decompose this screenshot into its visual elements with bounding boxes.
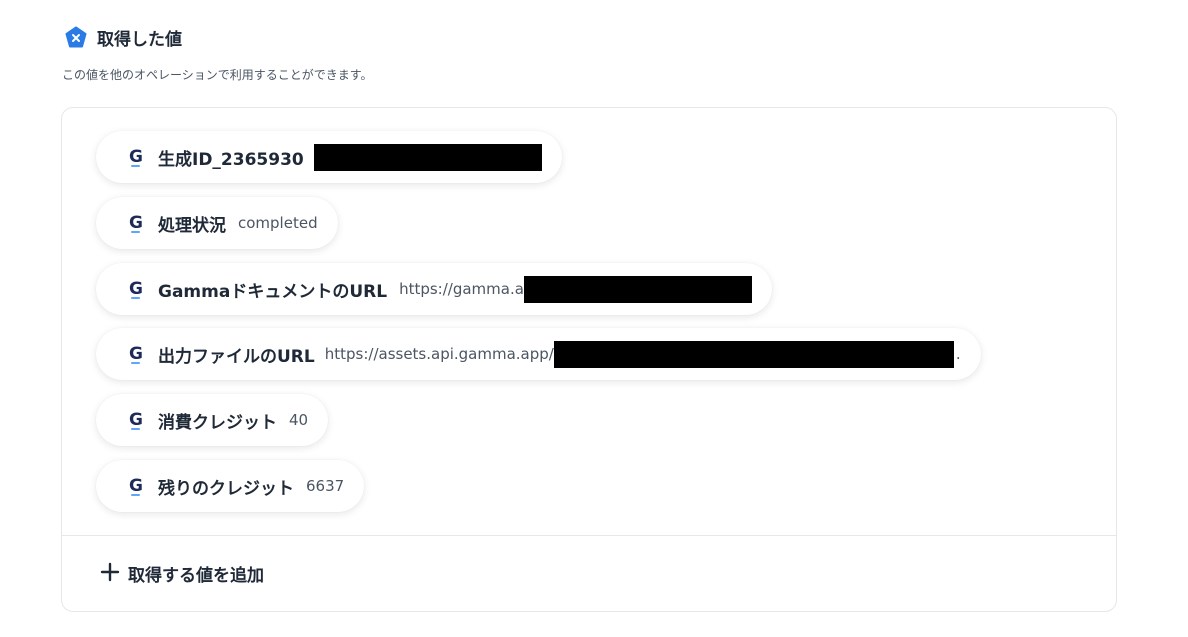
add-value-label: 取得する値を追加: [128, 566, 264, 586]
value-chip-output-file-url[interactable]: G 出力ファイルのURL https://assets.api.gamma.ap…: [96, 328, 981, 380]
chip-value: https://gamma.a: [399, 280, 524, 298]
values-panel: G 生成ID_2365930 G 処理状況 completed G Gammaド…: [61, 107, 1117, 612]
gamma-g-icon: G: [126, 409, 146, 431]
svg-text:G: G: [129, 410, 143, 430]
gamma-g-icon: G: [126, 212, 146, 234]
gamma-g-icon: G: [126, 475, 146, 497]
redacted-value: [523, 275, 752, 303]
chip-value: https://assets.api.gamma.app/: [324, 345, 554, 363]
chip-value: 40: [289, 411, 309, 429]
chip-label: GammaドキュメントのURL: [158, 281, 388, 302]
chip-label: 出力ファイルのURL: [158, 346, 315, 367]
chip-label: 消費クレジット: [158, 412, 277, 433]
section-description: この値を他のオペレーションで利用することができます。: [62, 68, 373, 82]
redacted-value: [553, 340, 954, 368]
chip-label: 生成ID_2365930: [158, 149, 304, 170]
chip-value: 6637: [306, 477, 345, 495]
svg-text:G: G: [129, 279, 143, 299]
section-header: 取得した値: [64, 25, 182, 50]
divider: [62, 535, 1116, 536]
svg-text:G: G: [129, 213, 143, 233]
section-title: 取得した値: [97, 30, 182, 50]
svg-text:G: G: [129, 147, 143, 167]
chip-value: completed: [238, 214, 318, 232]
svg-text:G: G: [129, 344, 143, 364]
svg-text:G: G: [129, 476, 143, 496]
chip-label: 処理状況: [158, 215, 226, 236]
value-chip-status[interactable]: G 処理状況 completed: [96, 197, 338, 249]
value-chip-remaining-credits[interactable]: G 残りのクレジット 6637: [96, 460, 365, 512]
value-chip-consumed-credits[interactable]: G 消費クレジット 40: [96, 394, 329, 446]
value-chip-document-url[interactable]: G GammaドキュメントのURL https://gamma.a: [96, 263, 772, 315]
gamma-g-icon: G: [126, 146, 146, 168]
plus-icon: [100, 562, 120, 586]
chip-label: 残りのクレジット: [158, 478, 294, 499]
add-value-button[interactable]: 取得する値を追加: [100, 561, 264, 586]
value-chip-generation-id[interactable]: G 生成ID_2365930: [96, 131, 562, 183]
redacted-value: [313, 143, 542, 171]
chip-value-suffix: .: [955, 345, 961, 363]
x-icon: [64, 26, 88, 50]
gamma-g-icon: G: [126, 343, 146, 365]
gamma-g-icon: G: [126, 278, 146, 300]
